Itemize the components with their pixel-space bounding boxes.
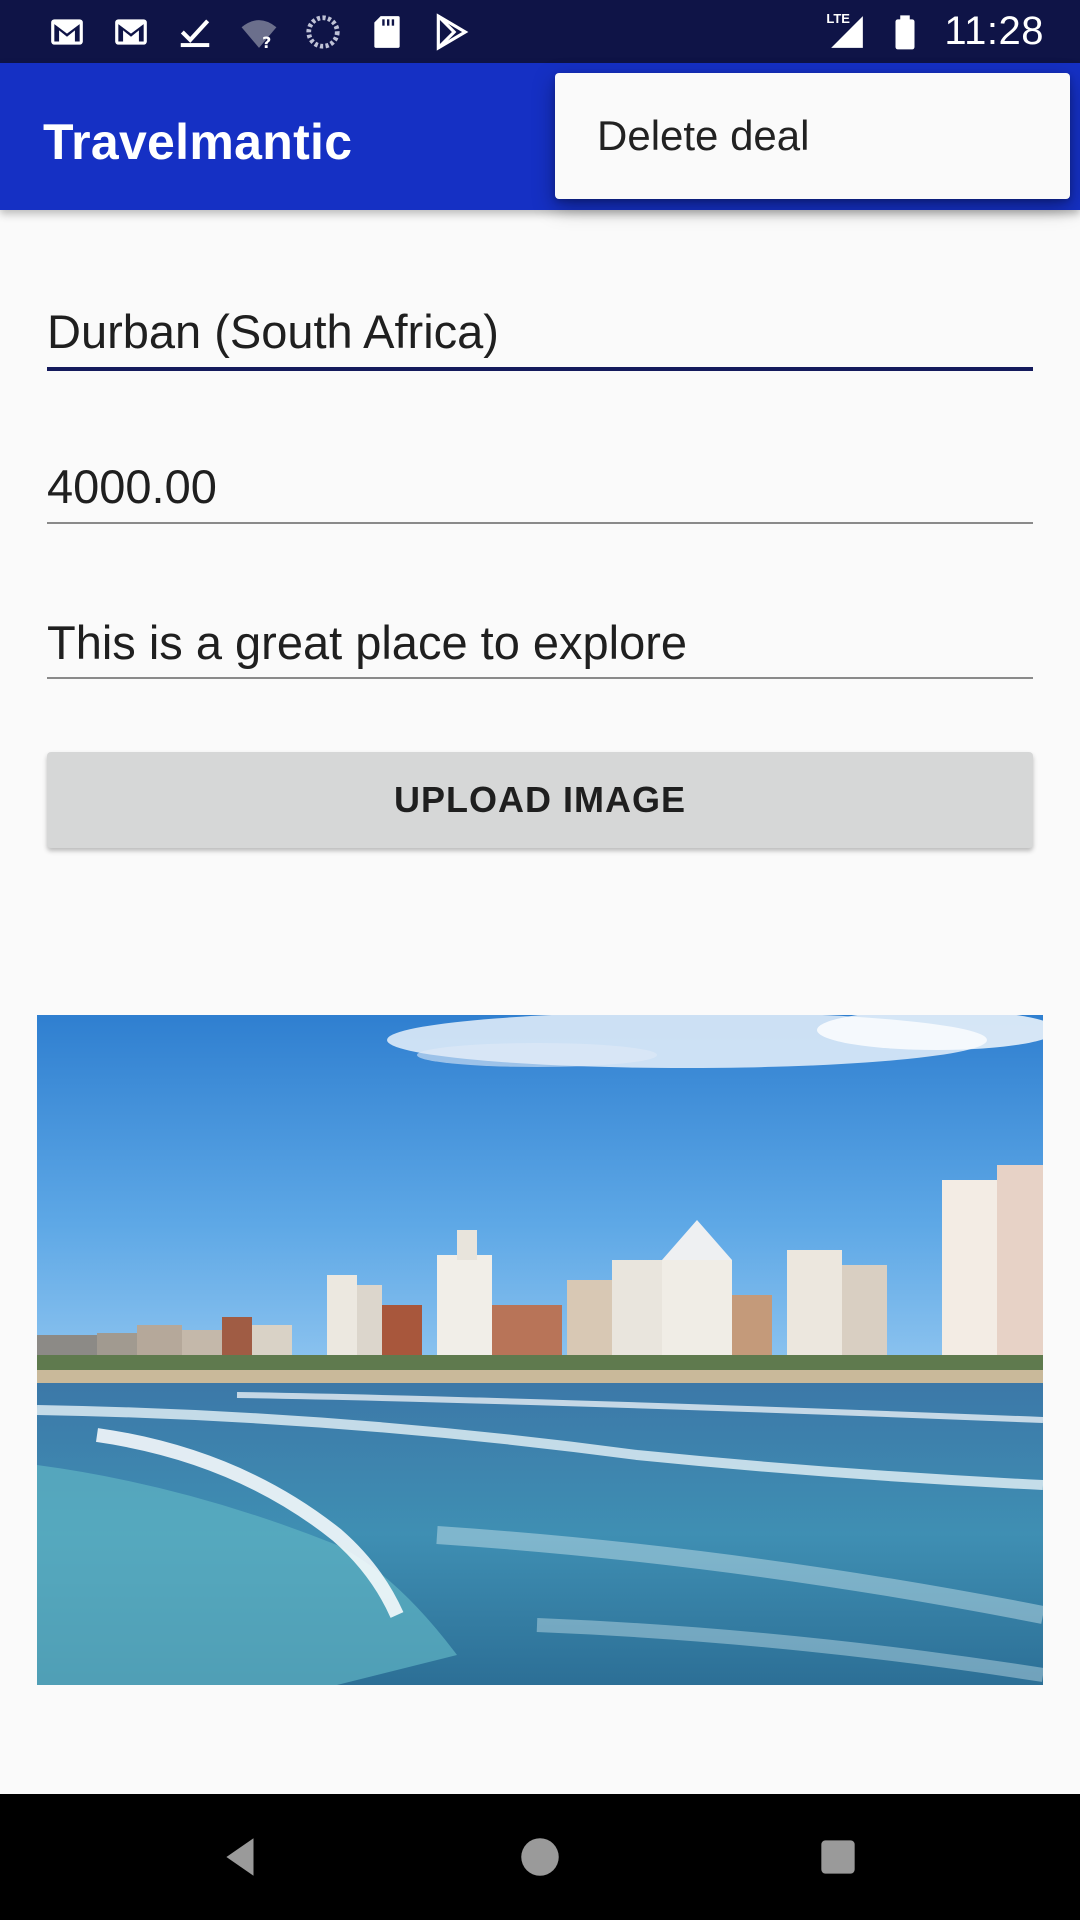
deal-edit-screen: ? LTE 11:28 Travelmantic Delete deal Dur… xyxy=(0,0,1080,1920)
price-field[interactable]: 4000.00 xyxy=(47,457,1033,527)
deal-image xyxy=(37,1015,1043,1685)
play-store-icon xyxy=(432,12,470,51)
system-icons: LTE 11:28 xyxy=(826,9,1044,54)
download-done-icon xyxy=(176,13,214,51)
price-field-underline xyxy=(47,522,1033,524)
navigation-bar xyxy=(0,1794,1080,1920)
upload-image-button[interactable]: UPLOAD IMAGE xyxy=(47,752,1033,848)
network-type-label: LTE xyxy=(826,10,850,26)
battery-icon xyxy=(886,13,924,51)
description-field-underline xyxy=(47,677,1033,679)
recents-icon[interactable] xyxy=(805,1824,871,1890)
notification-icons: ? xyxy=(48,12,470,51)
loading-circle-icon xyxy=(304,13,342,51)
gmail-icon xyxy=(112,13,150,51)
status-bar: ? LTE 11:28 xyxy=(0,0,1080,63)
signal-icon: LTE xyxy=(826,10,866,51)
price-field-value: 4000.00 xyxy=(47,460,217,513)
sd-card-icon xyxy=(368,13,406,51)
overflow-menu: Delete deal xyxy=(555,73,1070,199)
back-icon[interactable] xyxy=(208,1824,274,1890)
home-icon[interactable] xyxy=(507,1824,573,1890)
description-field[interactable]: This is a great place to explore xyxy=(47,613,1033,683)
svg-text:?: ? xyxy=(262,32,271,50)
title-field-underline xyxy=(47,367,1033,371)
app-title: Travelmantic xyxy=(43,114,353,170)
title-field-value: Durban (South Africa) xyxy=(47,305,499,358)
clock: 11:28 xyxy=(944,9,1044,53)
description-field-value: This is a great place to explore xyxy=(47,616,688,669)
wifi-unknown-icon: ? xyxy=(240,13,278,51)
delete-deal-menu-item[interactable]: Delete deal xyxy=(555,73,1070,199)
title-field[interactable]: Durban (South Africa) xyxy=(47,302,1033,372)
gmail-icon xyxy=(48,13,86,51)
